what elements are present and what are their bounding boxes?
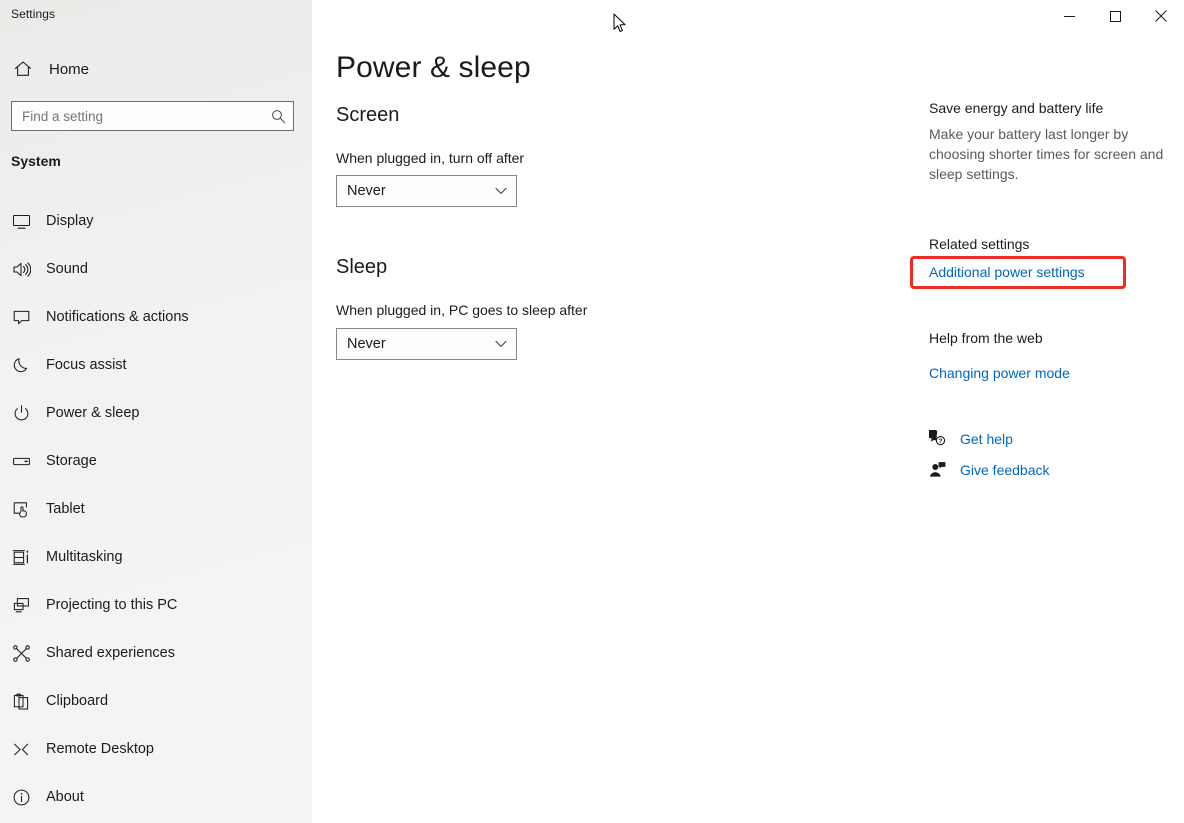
sidebar-nav-list: Display Sound Notifications & actions Fo… [0, 197, 312, 821]
chevron-down-icon [486, 187, 516, 195]
main-content: Power & sleep Screen When plugged in, tu… [312, 32, 912, 823]
screen-timeout-dropdown[interactable]: Never [336, 175, 517, 207]
window-controls [1046, 0, 1184, 32]
sidebar-item-tablet[interactable]: Tablet [0, 485, 312, 533]
remote-desktop-icon [4, 740, 38, 759]
sidebar-item-label: Storage [46, 453, 97, 469]
monitor-icon [4, 212, 38, 231]
help-bubble-icon: ? [925, 430, 949, 447]
related-settings-title: Related settings [929, 236, 1030, 252]
right-info-panel: Save energy and battery life Make your b… [910, 32, 1184, 823]
feedback-person-icon [925, 461, 949, 478]
sidebar-item-label: Focus assist [46, 357, 127, 373]
minimize-button[interactable] [1046, 0, 1092, 32]
search-box[interactable] [11, 101, 294, 131]
sidebar-item-power-sleep[interactable]: Power & sleep [0, 389, 312, 437]
sidebar-item-remote-desktop[interactable]: Remote Desktop [0, 725, 312, 773]
sidebar-item-notifications-actions[interactable]: Notifications & actions [0, 293, 312, 341]
sidebar-group-title: System [11, 153, 61, 169]
search-icon [265, 109, 291, 124]
sidebar-item-label: Notifications & actions [46, 309, 189, 325]
share-nodes-icon [4, 644, 38, 663]
sidebar-item-display[interactable]: Display [0, 197, 312, 245]
sidebar: Home System Display [0, 0, 312, 823]
screen-section-title: Screen [336, 104, 400, 126]
sidebar-item-label: Sound [46, 261, 88, 277]
maximize-button[interactable] [1092, 0, 1138, 32]
sidebar-item-label: Clipboard [46, 693, 109, 709]
moon-icon [4, 356, 38, 375]
maximize-icon [1109, 10, 1121, 22]
give-feedback-link[interactable]: Give feedback [925, 461, 1050, 478]
sleep-timeout-dropdown[interactable]: Never [336, 328, 517, 360]
sidebar-item-shared-experiences[interactable]: Shared experiences [0, 629, 312, 677]
home-icon [8, 60, 38, 78]
settings-window: Settings Home Find a setting System Disp… [0, 0, 1184, 823]
sidebar-item-label: Display [46, 213, 94, 229]
sidebar-item-projecting-to-this-pc[interactable]: Projecting to this PC [0, 581, 312, 629]
power-icon [4, 404, 38, 423]
info-icon [4, 788, 38, 807]
sidebar-item-storage[interactable]: Storage [0, 437, 312, 485]
save-energy-title: Save energy and battery life [929, 100, 1104, 116]
drive-icon [4, 452, 38, 471]
sidebar-item-label: Power & sleep [46, 405, 140, 421]
page-title: Power & sleep [336, 51, 531, 84]
additional-power-settings-link[interactable]: Additional power settings [929, 264, 1085, 280]
sidebar-item-label: Projecting to this PC [46, 597, 178, 613]
projecting-icon [4, 596, 38, 615]
sidebar-item-clipboard[interactable]: Clipboard [0, 677, 312, 725]
get-help-link[interactable]: ? Get help [925, 430, 1013, 447]
tablet-hand-icon [4, 500, 38, 519]
sleep-timeout-label: When plugged in, PC goes to sleep after [336, 302, 588, 318]
screen-timeout-label: When plugged in, turn off after [336, 150, 525, 166]
window-title: Settings [11, 7, 56, 21]
give-feedback-label: Give feedback [960, 461, 1050, 478]
screen-timeout-value: Never [347, 183, 386, 199]
sidebar-item-home[interactable]: Home [0, 54, 312, 84]
sidebar-item-sound[interactable]: Sound [0, 245, 312, 293]
close-icon [1155, 10, 1167, 22]
chevron-down-icon [486, 340, 516, 348]
sidebar-item-label: Remote Desktop [46, 741, 154, 757]
save-energy-description: Make your battery last longer by choosin… [929, 126, 1164, 182]
changing-power-mode-link[interactable]: Changing power mode [929, 365, 1070, 381]
close-button[interactable] [1138, 0, 1184, 32]
chat-bubble-icon [4, 308, 38, 327]
search-input[interactable] [12, 108, 265, 124]
clipboard-icon [4, 692, 38, 711]
get-help-label: Get help [960, 430, 1013, 447]
help-from-web-title: Help from the web [929, 330, 1043, 346]
sidebar-item-label: Shared experiences [46, 645, 175, 661]
sleep-section-title: Sleep [336, 256, 388, 278]
sleep-timeout-value: Never [347, 336, 386, 352]
minimize-icon [1063, 15, 1075, 17]
sidebar-item-about[interactable]: About [0, 773, 312, 821]
title-bar: Settings [0, 0, 1184, 32]
sidebar-item-label: Tablet [46, 501, 85, 517]
sidebar-item-focus-assist[interactable]: Focus assist [0, 341, 312, 389]
svg-text:?: ? [938, 438, 942, 445]
sidebar-item-label: Multitasking [46, 549, 123, 565]
multitasking-icon [4, 548, 38, 567]
sidebar-item-label: About [46, 789, 84, 805]
sidebar-item-multitasking[interactable]: Multitasking [0, 533, 312, 581]
speaker-icon [4, 260, 38, 279]
sidebar-home-label: Home [49, 60, 90, 78]
